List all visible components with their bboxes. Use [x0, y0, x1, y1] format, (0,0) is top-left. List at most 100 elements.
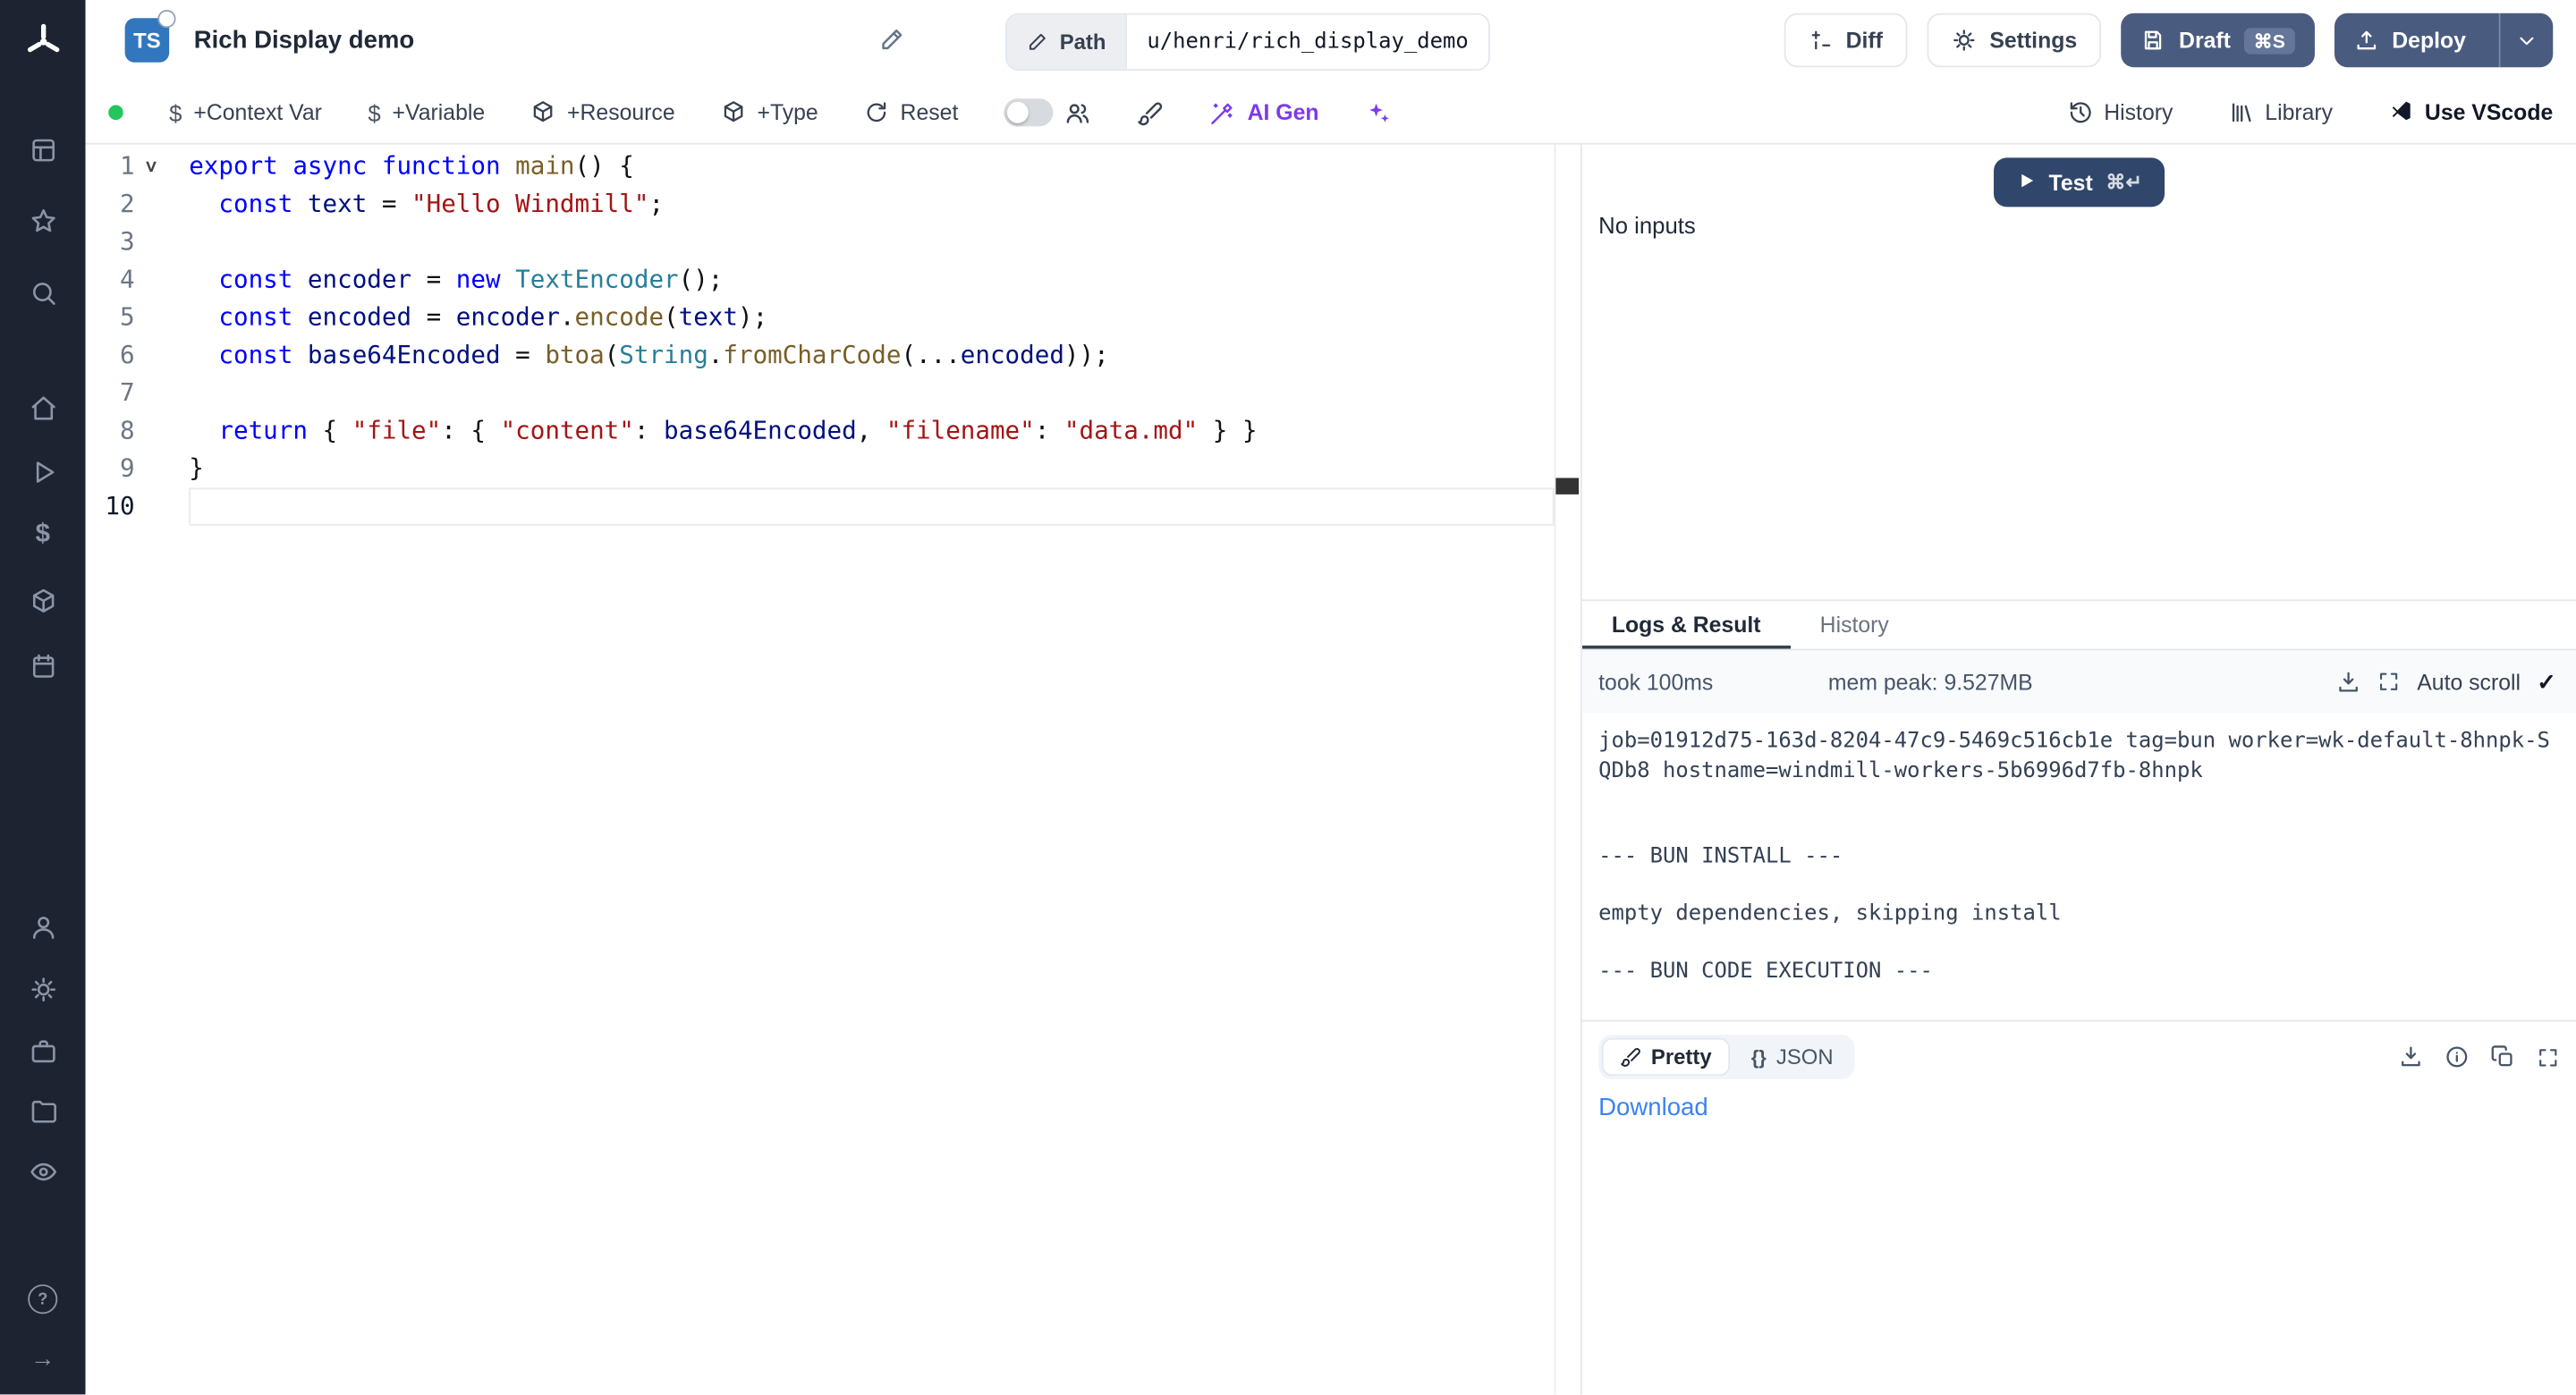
path-label: Path [1060, 30, 1106, 55]
add-resource-button[interactable]: +Resource [531, 100, 675, 125]
test-button[interactable]: Test ⌘↵ [1993, 157, 2165, 207]
diff-mode-toggle[interactable] [1004, 98, 1091, 126]
dollar-icon: $ [169, 99, 182, 125]
fold-chevron-icon[interactable]: > [145, 148, 157, 185]
main-area: TS Rich Display demo Path u/henri/rich_d… [86, 0, 2576, 1394]
ai-sparkles-icon[interactable] [1365, 99, 1391, 125]
diff-icon [1808, 28, 1833, 53]
log-output: job=01912d75-163d-8204-47c9-5469c516cb1e… [1582, 713, 2576, 1021]
deploy-dropdown-chevron[interactable] [2499, 13, 2554, 68]
sidebar: $ ? → [0, 0, 86, 1394]
runs-icon[interactable] [0, 453, 86, 489]
edit-pencil-icon[interactable] [879, 26, 905, 52]
settings-gear-icon[interactable] [0, 971, 86, 1007]
favorites-star-icon[interactable] [0, 202, 86, 238]
history-icon [2068, 100, 2093, 125]
schedules-icon[interactable] [0, 647, 86, 683]
tab-logs-result[interactable]: Logs & Result [1582, 601, 1791, 648]
script-title: Rich Display demo [194, 26, 414, 54]
resources-icon[interactable] [0, 583, 86, 619]
editor-overview-mark [1555, 478, 1579, 494]
ai-gen-button[interactable]: AI Gen [1209, 99, 1318, 125]
deploy-button[interactable]: Deploy [2334, 13, 2553, 68]
braces-icon: {} [1751, 1045, 1767, 1069]
home-icon[interactable] [0, 389, 86, 425]
header: TS Rich Display demo Path u/henri/rich_d… [86, 0, 2576, 82]
history-button[interactable]: History [2068, 100, 2174, 125]
format-icon[interactable] [1138, 99, 1164, 125]
path-control[interactable]: Path u/henri/rich_display_demo [1005, 13, 1490, 71]
status-dot [108, 106, 123, 121]
runtime-ring-icon [157, 10, 175, 28]
help-icon[interactable]: ? [0, 1281, 86, 1317]
variables-icon[interactable]: $ [0, 518, 86, 554]
magic-wand-icon [1209, 99, 1235, 125]
json-view-button[interactable]: {} JSON [1733, 1038, 1851, 1076]
line-numbers: 12345678910 [86, 148, 135, 525]
result-actions [2399, 1044, 2560, 1070]
audit-logs-eye-icon[interactable] [0, 1153, 86, 1188]
tab-history[interactable]: History [1791, 601, 1919, 648]
add-type-button[interactable]: +Type [721, 100, 818, 125]
mem-peak-label: mem peak: 9.527MB [1828, 669, 2033, 694]
library-icon [2229, 100, 2254, 125]
save-draft-icon [2141, 28, 2166, 53]
header-actions: Diff Settings Draft ⌘S Deploy [1784, 13, 2553, 68]
result-view-toggle: Pretty {} JSON [1598, 1035, 1854, 1079]
draft-shortcut: ⌘S [2244, 27, 2295, 53]
panel-splitter[interactable] [1555, 145, 1580, 1395]
download-link[interactable]: Download [1598, 1094, 1708, 1121]
no-inputs-label: No inputs [1598, 212, 1696, 238]
code-editor[interactable]: 12345678910 > export async function main… [86, 145, 1556, 1395]
code-content[interactable]: export async function main() { const tex… [189, 148, 1554, 525]
duration-label: took 100ms [1598, 669, 1713, 694]
download-logs-icon[interactable] [2336, 669, 2361, 694]
search-icon[interactable] [0, 275, 86, 310]
deploy-icon [2354, 28, 2379, 53]
expand-logs-icon[interactable] [2377, 670, 2401, 693]
dollar-icon: $ [368, 99, 380, 125]
editor-toolbar: $+Context Var $+Variable +Resource +Type… [86, 82, 2576, 145]
play-icon [2016, 170, 2036, 195]
settings-button[interactable]: Settings [1928, 13, 2102, 68]
inputs-section: Test ⌘↵ No inputs [1582, 145, 2576, 602]
grid-icon[interactable] [0, 131, 86, 167]
toggle-switch[interactable] [1004, 98, 1054, 126]
run-stats: took 100ms mem peak: 9.527MB Auto scroll… [1582, 650, 2576, 713]
folders-icon[interactable] [0, 1092, 86, 1128]
test-shortcut: ⌘↵ [2106, 171, 2142, 194]
workers-icon[interactable] [0, 1033, 86, 1069]
toolbar-right: History Library Use VScode [2068, 97, 2553, 127]
sidebar-expand-icon[interactable]: → [0, 1340, 86, 1376]
brush-icon [1620, 1046, 1641, 1068]
windmill-logo[interactable] [0, 23, 86, 59]
app: $ ? → TS Rich Display demo [0, 0, 2576, 1394]
language-label: TS [133, 28, 161, 53]
copy-icon[interactable] [2490, 1044, 2515, 1070]
draft-button[interactable]: Draft ⌘S [2122, 13, 2315, 68]
reset-button[interactable]: Reset [864, 100, 958, 125]
run-panel: Test ⌘↵ No inputs Logs & Result History … [1580, 145, 2576, 1395]
library-button[interactable]: Library [2229, 100, 2333, 125]
result-section: Pretty {} JSON [1582, 1021, 2576, 1394]
gear-icon [1952, 28, 1977, 53]
expand-result-icon[interactable] [2537, 1045, 2560, 1069]
diff-button[interactable]: Diff [1784, 13, 1908, 68]
path-value: u/henri/rich_display_demo [1125, 15, 1487, 70]
check-icon[interactable]: ✓ [2537, 668, 2556, 696]
add-variable-button[interactable]: $+Variable [368, 99, 485, 125]
path-pencil-icon [1027, 31, 1048, 53]
use-vscode-button[interactable]: Use VScode [2389, 97, 2554, 127]
result-tabs: Logs & Result History [1582, 601, 2576, 650]
pretty-view-button[interactable]: Pretty [1602, 1038, 1730, 1076]
add-context-var-button[interactable]: $+Context Var [169, 99, 322, 125]
info-icon[interactable] [2445, 1044, 2470, 1070]
cube-icon [721, 100, 746, 125]
collaborators-icon[interactable] [1065, 99, 1091, 125]
user-icon[interactable] [0, 909, 86, 944]
cube-icon [531, 100, 556, 125]
download-result-icon[interactable] [2399, 1044, 2424, 1070]
workspace: 12345678910 > export async function main… [86, 145, 2576, 1395]
auto-scroll-label[interactable]: Auto scroll [2417, 669, 2521, 694]
vscode-icon [2389, 97, 2414, 127]
